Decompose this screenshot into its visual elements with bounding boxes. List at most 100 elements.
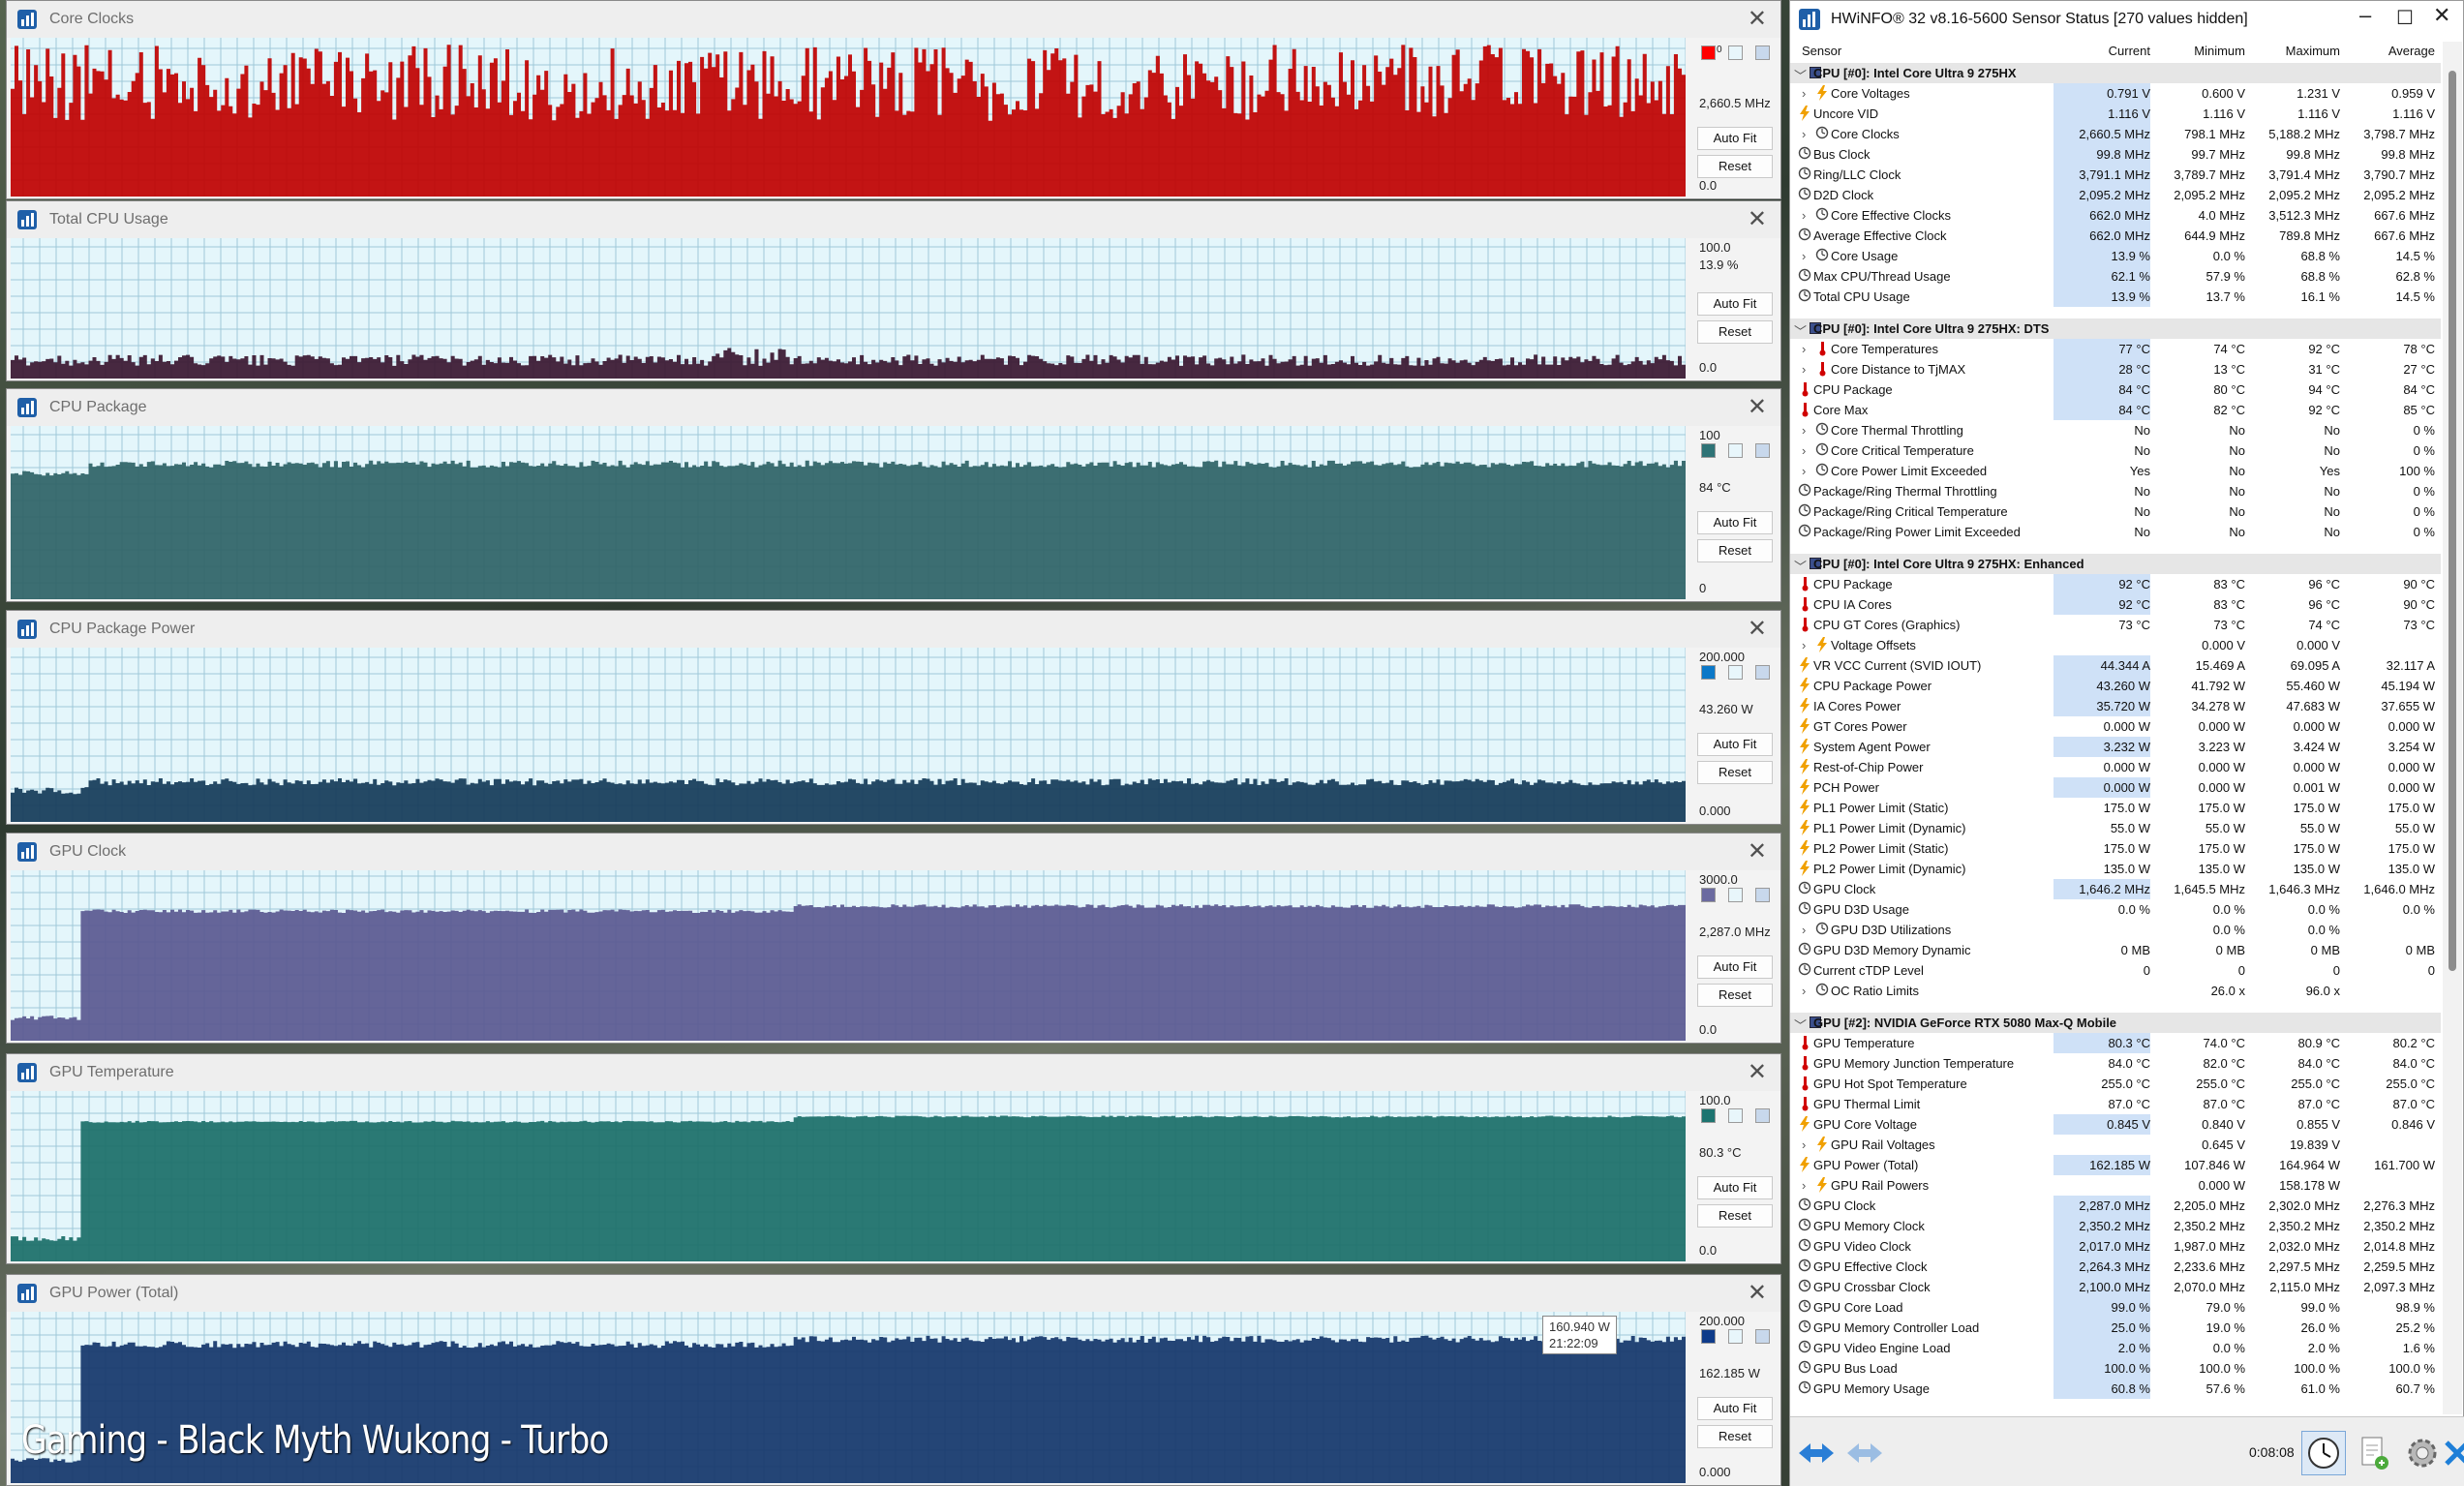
sensor-row[interactable]: GT Cores Power 0.000 W 0.000 W 0.000 W 0.000… (1790, 716, 2441, 737)
sensor-row[interactable]: PL2 Power Limit (Dynamic) 135.0 W 135.0 W 1… (1790, 859, 2441, 879)
graph-color-swatch[interactable] (1755, 1108, 1770, 1123)
sensor-row[interactable]: › Core Voltages 0.791 V 0.600 V 1.231 V 0.959… (1790, 83, 2441, 104)
sensor-group-header[interactable]: ﹀ GPU [#2]: NVIDIA GeForce RTX 5080 Max-Q… (1790, 1013, 2441, 1033)
graph-titlebar[interactable]: CPU Package ✕ (7, 389, 1780, 426)
sensor-row[interactable]: PL1 Power Limit (Static) 175.0 W 175.0 W 17… (1790, 798, 2441, 818)
close-icon[interactable]: ✕ (1748, 615, 1767, 643)
sensor-row[interactable]: GPU Bus Load 100.0 % 100.0 % 100.0 % 100.0 % (1790, 1358, 2441, 1379)
auto-fit-button[interactable]: Auto Fit (1697, 292, 1773, 316)
sensor-row[interactable]: › OC Ratio Limits 26.0 x 96.0 x (1790, 981, 2441, 1001)
close-icon[interactable]: ✕ (1748, 205, 1767, 233)
sensor-row[interactable]: GPU Hot Spot Temperature 255.0 °C 255.0 °C… (1790, 1074, 2441, 1094)
sensor-row[interactable]: CPU Package Power 43.260 W 41.792 W 55.460 … (1790, 676, 2441, 696)
graph-window-g5[interactable]: GPU Temperature ✕ 100.0 80.3 °C Auto Fit Rese… (6, 1053, 1781, 1264)
navigate-back-icon[interactable] (1794, 1431, 1839, 1475)
auto-fit-button[interactable]: Auto Fit (1697, 955, 1773, 979)
sensor-row[interactable]: PL1 Power Limit (Dynamic) 55.0 W 55.0 W 55.… (1790, 818, 2441, 838)
auto-fit-button[interactable]: Auto Fit (1697, 1176, 1773, 1199)
sensor-row[interactable]: GPU Core Load 99.0 % 79.0 % 99.0 % 98.9 % (1790, 1297, 2441, 1318)
sensor-row[interactable]: › Core Effective Clocks 662.0 MHz 4.0 MHz 3,… (1790, 205, 2441, 226)
sensor-row[interactable]: GPU Power (Total) 162.185 W 107.846 W 164.9… (1790, 1155, 2441, 1175)
expand-chevron-icon[interactable]: › (1802, 464, 1813, 478)
expand-chevron-icon[interactable]: › (1802, 923, 1813, 937)
reset-button[interactable]: Reset (1697, 761, 1773, 784)
expand-chevron-icon[interactable]: › (1802, 1137, 1813, 1152)
sensor-row[interactable]: CPU Package 84 °C 80 °C 94 °C 84 °C (1790, 379, 2441, 400)
sensor-row[interactable]: › Core Thermal Throttling No No No 0 % (1790, 420, 2441, 440)
sensor-row[interactable]: PL2 Power Limit (Static) 175.0 W 175.0 W 17… (1790, 838, 2441, 859)
sensor-row[interactable]: CPU GT Cores (Graphics) 73 °C 73 °C 74 °C 73… (1790, 615, 2441, 635)
minimize-icon[interactable]: – (2359, 3, 2371, 28)
column-header-current[interactable]: Current (2100, 44, 2150, 58)
auto-fit-button[interactable]: Auto Fit (1697, 1397, 1773, 1420)
sensor-row[interactable]: PCH Power 0.000 W 0.000 W 0.001 W 0.000 W (1790, 777, 2441, 798)
graph-color-swatch[interactable] (1701, 443, 1716, 458)
reset-button[interactable]: Reset (1697, 1204, 1773, 1228)
sensor-row[interactable]: Package/Ring Power Limit Exceeded No No No 0… (1790, 522, 2441, 542)
graph-color-swatch[interactable] (1701, 1108, 1716, 1123)
sensor-row[interactable]: › Core Power Limit Exceeded Yes No Yes 100 % (1790, 461, 2441, 481)
sensor-row[interactable]: Average Effective Clock 662.0 MHz 644.9 MH… (1790, 226, 2441, 246)
graph-color-swatch[interactable] (1701, 665, 1716, 680)
sensor-row[interactable]: Rest-of-Chip Power 0.000 W 0.000 W 0.000 W 0… (1790, 757, 2441, 777)
sensor-row[interactable]: Total CPU Usage 13.9 % 13.7 % 16.1 % 14.5 % (1790, 287, 2441, 307)
sensor-row[interactable]: GPU D3D Usage 0.0 % 0.0 % 0.0 % 0.0 % (1790, 899, 2441, 920)
expand-chevron-icon[interactable]: › (1802, 127, 1813, 141)
maximize-icon[interactable]: ☐ (2396, 6, 2414, 30)
graph-window-g0[interactable]: Core Clocks ✕ 0 2,660.5 MHz Auto Fit Reset 0.0 (6, 0, 1781, 199)
graph-color-swatch[interactable] (1701, 45, 1716, 60)
expand-chevron-icon[interactable]: › (1802, 638, 1813, 652)
sensor-row[interactable]: GPU Thermal Limit 87.0 °C 87.0 °C 87.0 °C 87… (1790, 1094, 2441, 1114)
graph-color-swatch[interactable] (1728, 1329, 1743, 1344)
close-icon[interactable]: ✕ (2433, 3, 2450, 28)
graph-titlebar[interactable]: CPU Package Power ✕ (7, 611, 1780, 648)
reset-button[interactable]: Reset (1697, 155, 1773, 178)
expand-chevron-icon[interactable]: › (1802, 342, 1813, 356)
close-sensors-icon[interactable] (2443, 1431, 2464, 1475)
reset-button[interactable]: Reset (1697, 984, 1773, 1007)
graph-titlebar[interactable]: GPU Temperature ✕ (7, 1054, 1780, 1091)
graph-color-swatch[interactable] (1755, 45, 1770, 60)
graph-titlebar[interactable]: Total CPU Usage ✕ (7, 201, 1780, 238)
graph-window-g2[interactable]: CPU Package ✕ 100 84 °C Auto Fit Reset 0 (6, 388, 1781, 602)
sensor-row[interactable]: VR VCC Current (SVID IOUT) 44.344 A 15.469… (1790, 655, 2441, 676)
sensor-row[interactable]: GPU Clock 1,646.2 MHz 1,645.5 MHz 1,646.3 M… (1790, 879, 2441, 899)
graph-titlebar[interactable]: Core Clocks ✕ (7, 1, 1780, 38)
sensor-row[interactable]: › Core Critical Temperature No No No 0 % (1790, 440, 2441, 461)
collapse-chevron-icon[interactable]: ﹀ (1794, 557, 1807, 574)
sensor-row[interactable]: GPU Crossbar Clock 2,100.0 MHz 2,070.0 MHz… (1790, 1277, 2441, 1297)
sensor-group-header[interactable]: ﹀ CPU [#0]: Intel Core Ultra 9 275HX: DTS (1790, 318, 2441, 339)
settings-gear-icon[interactable] (2400, 1431, 2445, 1475)
graph-color-swatch[interactable] (1728, 443, 1743, 458)
graph-titlebar[interactable]: GPU Clock ✕ (7, 834, 1780, 870)
sensor-list-scrollbar[interactable] (2443, 42, 2462, 1414)
sensor-row[interactable]: › Core Clocks 2,660.5 MHz 798.1 MHz 5,188.2 … (1790, 124, 2441, 144)
graph-color-swatch[interactable] (1701, 888, 1716, 902)
sensor-row[interactable]: GPU Video Engine Load 2.0 % 0.0 % 2.0 % 1.6 … (1790, 1338, 2441, 1358)
graph-color-swatch[interactable] (1755, 1329, 1770, 1344)
logging-report-icon[interactable] (2352, 1431, 2396, 1475)
sensor-row[interactable]: GPU Memory Usage 60.8 % 57.6 % 61.0 % 60.7 % (1790, 1379, 2441, 1399)
sensor-row[interactable]: Package/Ring Critical Temperature No No No 0… (1790, 501, 2441, 522)
sensor-row[interactable]: D2D Clock 2,095.2 MHz 2,095.2 MHz 2,095.2 M… (1790, 185, 2441, 205)
sensor-row[interactable]: Current cTDP Level 0 0 0 0 (1790, 960, 2441, 981)
clock-reset-icon[interactable] (2301, 1431, 2346, 1475)
hwinfo-titlebar[interactable]: HWiNFO® 32 v8.16-5600 Sensor Status [270… (1790, 1, 2463, 38)
navigate-forward-icon[interactable] (1842, 1431, 1887, 1475)
column-header-maximum[interactable]: Maximum (2274, 44, 2340, 58)
sensor-row[interactable]: CPU Package 92 °C 83 °C 96 °C 90 °C (1790, 574, 2441, 594)
collapse-chevron-icon[interactable]: ﹀ (1794, 66, 1807, 83)
graph-color-swatch[interactable] (1755, 888, 1770, 902)
graph-color-swatch[interactable] (1755, 665, 1770, 680)
expand-chevron-icon[interactable]: › (1802, 208, 1813, 223)
auto-fit-button[interactable]: Auto Fit (1697, 511, 1773, 534)
sensor-group-header[interactable]: ﹀ CPU [#0]: Intel Core Ultra 9 275HX: Enh… (1790, 554, 2441, 574)
sensor-row[interactable]: GPU Video Clock 2,017.0 MHz 1,987.0 MHz 2,0… (1790, 1236, 2441, 1257)
sensor-row[interactable]: › Core Temperatures 77 °C 74 °C 92 °C 78 °C (1790, 339, 2441, 359)
column-header-minimum[interactable]: Minimum (2187, 44, 2245, 58)
scrollbar-thumb[interactable] (2449, 71, 2456, 971)
expand-chevron-icon[interactable]: › (1802, 984, 1813, 998)
sensor-row[interactable]: GPU Temperature 80.3 °C 74.0 °C 80.9 °C 80.2… (1790, 1033, 2441, 1053)
expand-chevron-icon[interactable]: › (1802, 249, 1813, 263)
sensor-row[interactable]: › Core Distance to TjMAX 28 °C 13 °C 31 °C 27… (1790, 359, 2441, 379)
